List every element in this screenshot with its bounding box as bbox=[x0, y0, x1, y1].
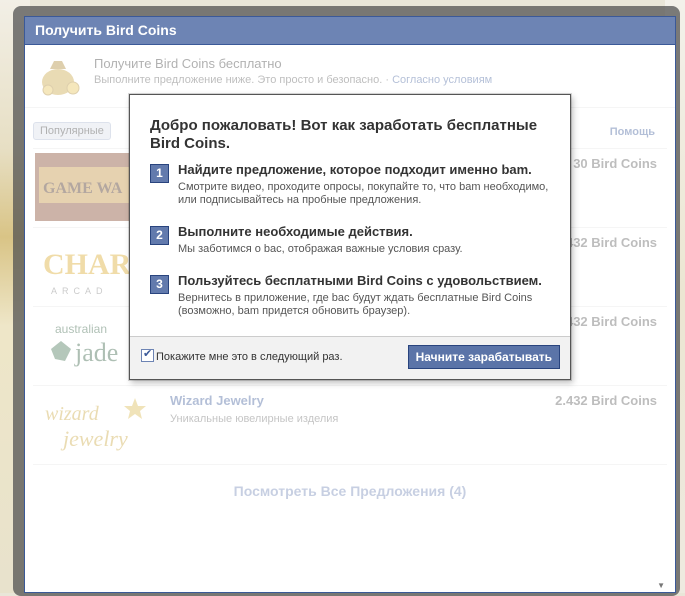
scroll-down-arrow-icon[interactable]: ▼ bbox=[657, 581, 665, 590]
header-subtitle-text: Выполните предложение ниже. Это просто и… bbox=[94, 74, 383, 86]
offer-item[interactable]: wizard jewelry Wizard Jewelry Уникальные… bbox=[33, 385, 667, 464]
step-title: Пользуйтесь бесплатными Bird Coins с удо… bbox=[178, 273, 542, 288]
charm-logo-subtext: ARCAD bbox=[51, 286, 108, 296]
step-description: Смотрите видео, проходите опросы, покупа… bbox=[178, 181, 549, 206]
header-title: Получите Bird Coins бесплатно bbox=[94, 56, 282, 71]
dialog-title: Получить Bird Coins bbox=[25, 17, 675, 45]
offer-desc: Уникальные ювелирные изделия bbox=[170, 413, 339, 425]
modal-footer: ✔ Покажите мне это в следующий раз. Начн… bbox=[130, 336, 570, 379]
see-all-offers-link[interactable]: Посмотреть Все Предложения (4) bbox=[25, 483, 675, 499]
jade-logo-top: australian bbox=[55, 322, 107, 336]
step-title: Найдите предложение, которое подходит им… bbox=[178, 162, 532, 177]
show-next-time-checkbox[interactable]: ✔ bbox=[141, 348, 154, 362]
jewelry-logo-text: jewelry bbox=[60, 426, 128, 451]
game-wall-text: GAME WA bbox=[43, 180, 123, 197]
step-description: Мы заботимся о bac, отображая важные усл… bbox=[178, 243, 463, 255]
modal-title: Добро пожаловать! Вот как заработать бес… bbox=[150, 117, 538, 152]
jade-logo-text: jade bbox=[74, 338, 118, 367]
offer-coins: 30 Bird Coins bbox=[573, 156, 657, 171]
start-earning-button[interactable]: Начните зарабатывать bbox=[407, 345, 560, 369]
header-subtitle: Выполните предложение ниже. Это просто и… bbox=[94, 74, 492, 86]
offer-coins: 2.432 Bird Coins bbox=[555, 393, 657, 408]
welcome-modal: Добро пожаловать! Вот как заработать бес… bbox=[129, 94, 571, 380]
terms-link[interactable]: Согласно условиям bbox=[392, 74, 492, 86]
tab-popular[interactable]: Популярные bbox=[33, 122, 111, 140]
step-number: 1 bbox=[150, 164, 169, 183]
charm-logo-text: CHAR bbox=[43, 248, 132, 281]
step-number: 2 bbox=[150, 226, 169, 245]
step-description: Вернитесь в приложение, где bac будут жд… bbox=[178, 292, 533, 317]
checkmark-icon: ✔ bbox=[143, 348, 153, 360]
checkbox-label[interactable]: Покажите мне это в следующий раз. bbox=[156, 351, 343, 363]
wizard-logo-text: wizard bbox=[45, 403, 100, 425]
help-link[interactable]: Помощь bbox=[610, 126, 655, 138]
coin-bag-icon bbox=[42, 61, 80, 96]
step-title: Выполните необходимые действия. bbox=[178, 224, 413, 239]
divider bbox=[33, 464, 667, 465]
step-number: 3 bbox=[150, 275, 169, 294]
link-separator: · bbox=[382, 74, 393, 86]
offer-name[interactable]: Wizard Jewelry bbox=[170, 393, 264, 408]
wizard-jewelry-logo: wizard jewelry bbox=[45, 398, 146, 451]
